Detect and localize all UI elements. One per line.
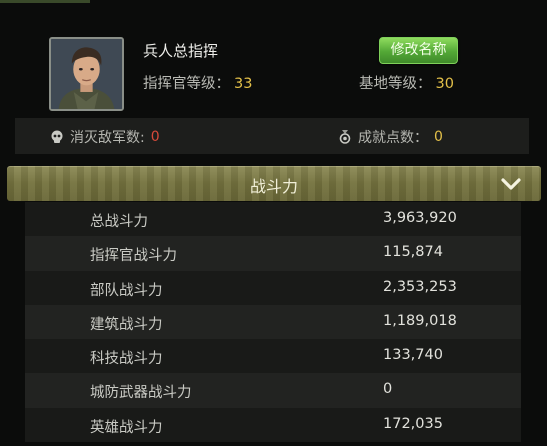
power-value: 0 (383, 381, 393, 398)
power-section-title: 战斗力 (249, 177, 298, 196)
base-level-label: 基地等级： (359, 76, 432, 92)
power-row-troops: 部队战斗力 2,353,253 (25, 270, 521, 305)
kills-value: 0 (150, 129, 160, 145)
power-value: 1,189,018 (383, 312, 457, 329)
commander-level: 指挥官等级： 33 (143, 72, 252, 93)
power-label: 部队战斗力 (90, 282, 163, 299)
power-label: 总战斗力 (90, 214, 148, 230)
power-value: 115,874 (383, 244, 443, 261)
commander-level-value: 33 (234, 76, 253, 92)
power-row-defense: 城防武器战斗力 0 (25, 373, 521, 408)
achievement-value: 0 (434, 129, 443, 145)
achievement-label: 成就点数： (358, 130, 428, 146)
power-row-buildings: 建筑战斗力 1,189,018 (25, 304, 521, 340)
power-value: 172,035 (383, 415, 443, 432)
skull-icon (50, 130, 64, 144)
commander-name: 兵人总指挥 (143, 42, 219, 60)
commander-level-label: 指挥官等级： (143, 76, 230, 92)
power-table: 总战斗力 3,963,920 指挥官战斗力 115,874 部队战斗力 2,35… (25, 202, 521, 443)
portrait-image (51, 39, 122, 109)
base-level-value: 30 (435, 76, 454, 92)
medal-icon (338, 130, 352, 144)
power-label: 英雄战斗力 (90, 419, 163, 436)
power-value: 2,353,253 (383, 278, 457, 295)
power-label: 建筑战斗力 (90, 316, 163, 333)
achievement-stat: 成就点数： 0 (338, 127, 443, 147)
power-value: 3,963,920 (383, 210, 457, 226)
power-row-total: 总战斗力 3,963,920 (25, 202, 521, 237)
combat-stats-row: 消灭敌军数: 0 成就点数： 0 (15, 118, 529, 154)
power-label: 城防武器战斗力 (90, 385, 192, 402)
base-level: 基地等级： 30 (359, 72, 454, 93)
kills-label: 消灭敌军数: (70, 130, 145, 146)
power-label: 科技战斗力 (90, 351, 163, 368)
power-row-tech: 科技战斗力 133,740 (25, 339, 521, 374)
commander-profile: 兵人总指挥 修改名称 指挥官等级： 33 基地等级： 30 (0, 0, 547, 118)
power-row-commander: 指挥官战斗力 115,874 (25, 236, 521, 271)
commander-avatar[interactable] (49, 37, 124, 111)
rename-button[interactable]: 修改名称 (379, 37, 458, 64)
kills-stat: 消灭敌军数: 0 (50, 127, 160, 147)
power-row-heroes: 英雄战斗力 172,035 (25, 407, 521, 443)
power-value: 133,740 (383, 347, 443, 364)
power-label: 指挥官战斗力 (90, 248, 177, 265)
chevron-down-icon[interactable] (499, 174, 523, 194)
power-section-header[interactable]: 战斗力 (7, 166, 541, 201)
